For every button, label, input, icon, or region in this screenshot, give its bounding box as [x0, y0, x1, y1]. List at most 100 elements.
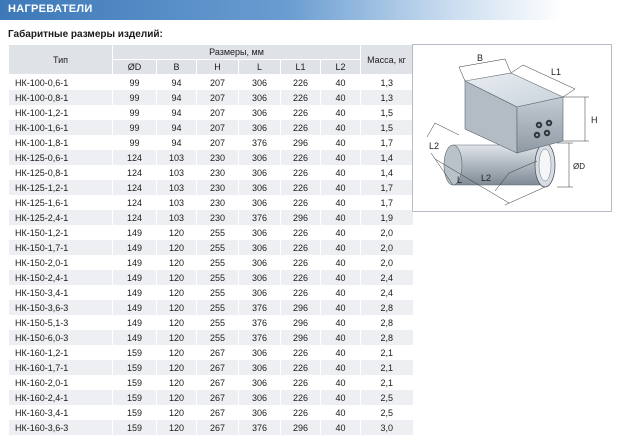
cell-mass: 2,0 [360, 225, 413, 240]
cell-l1: 296 [280, 135, 321, 150]
cell-l1: 226 [280, 345, 321, 360]
table-row: НК-160-2,4-1 159 120 267 306 226 40 2,5 [8, 390, 413, 405]
cell-l2: 40 [320, 225, 361, 240]
cell-h: 267 [196, 375, 239, 390]
label-l: L [457, 175, 462, 185]
table-row: НК-160-3,4-1 159 120 267 306 226 40 2,5 [8, 405, 413, 420]
cell-type: НК-100-1,6-1 [8, 120, 113, 135]
table-row: НК-160-1,7-1 159 120 267 306 226 40 2,1 [8, 360, 413, 375]
cell-b: 120 [156, 360, 197, 375]
cell-l2: 40 [320, 405, 361, 420]
cell-type: НК-100-0,6-1 [8, 74, 113, 90]
cell-d: 159 [112, 345, 157, 360]
cell-l: 306 [238, 90, 281, 105]
cell-b: 94 [156, 105, 197, 120]
cell-mass: 2,8 [360, 330, 413, 345]
table-row: НК-150-1,7-1 149 120 255 306 226 40 2,0 [8, 240, 413, 255]
header-d: ØD [112, 59, 157, 75]
cell-l: 306 [238, 345, 281, 360]
cell-b: 120 [156, 315, 197, 330]
cell-l: 306 [238, 360, 281, 375]
table-row: НК-150-3,4-1 149 120 255 306 226 40 2,4 [8, 285, 413, 300]
header-b: B [156, 59, 197, 75]
table-row: НК-160-3,6-3 159 120 267 376 296 40 3,0 [8, 420, 413, 435]
table-row: НК-150-3,6-3 149 120 255 376 296 40 2,8 [8, 300, 413, 315]
cell-h: 267 [196, 345, 239, 360]
cell-type: НК-150-2,0-1 [8, 255, 113, 270]
cell-d: 149 [112, 300, 157, 315]
cell-d: 124 [112, 150, 157, 165]
header-h: H [196, 59, 239, 75]
cell-type: НК-125-0,6-1 [8, 150, 113, 165]
cell-l2: 40 [320, 345, 361, 360]
cell-l1: 226 [280, 255, 321, 270]
cell-d: 99 [112, 105, 157, 120]
cell-d: 149 [112, 225, 157, 240]
cell-l: 306 [238, 150, 281, 165]
table-row: НК-125-0,6-1 124 103 230 306 226 40 1,4 [8, 150, 413, 165]
cell-l: 376 [238, 300, 281, 315]
cell-l: 306 [238, 255, 281, 270]
cell-b: 94 [156, 74, 197, 90]
cell-l2: 40 [320, 420, 361, 435]
label-b: B [477, 53, 483, 63]
label-l1: L1 [551, 67, 561, 77]
table-row: НК-150-1,2-1 149 120 255 306 226 40 2,0 [8, 225, 413, 240]
cell-mass: 2,0 [360, 240, 413, 255]
cell-type: НК-160-2,4-1 [8, 390, 113, 405]
cell-l: 306 [238, 225, 281, 240]
table-row: НК-125-1,2-1 124 103 230 306 226 40 1,7 [8, 180, 413, 195]
cell-type: НК-150-5,1-3 [8, 315, 113, 330]
header-title: НАГРЕВАТЕЛИ [8, 3, 93, 15]
header-type: Тип [8, 44, 113, 75]
cell-l1: 226 [280, 120, 321, 135]
table-row: НК-150-2,0-1 149 120 255 306 226 40 2,0 [8, 255, 413, 270]
cell-h: 255 [196, 330, 239, 345]
cell-mass: 1,4 [360, 165, 413, 180]
table-row: НК-150-6,0-3 149 120 255 376 296 40 2,8 [8, 330, 413, 345]
table-row: НК-125-1,6-1 124 103 230 306 226 40 1,7 [8, 195, 413, 210]
cell-type: НК-125-0,8-1 [8, 165, 113, 180]
cell-h: 255 [196, 315, 239, 330]
cell-d: 99 [112, 120, 157, 135]
cell-l1: 226 [280, 375, 321, 390]
cell-l1: 226 [280, 390, 321, 405]
cell-mass: 2,4 [360, 285, 413, 300]
cell-b: 103 [156, 180, 197, 195]
cell-type: НК-125-1,6-1 [8, 195, 113, 210]
cell-l: 306 [238, 165, 281, 180]
cell-l: 306 [238, 285, 281, 300]
cell-b: 120 [156, 240, 197, 255]
cell-b: 94 [156, 90, 197, 105]
cell-b: 94 [156, 120, 197, 135]
cell-mass: 1,5 [360, 105, 413, 120]
cell-h: 230 [196, 150, 239, 165]
cell-b: 120 [156, 405, 197, 420]
cell-l2: 40 [320, 135, 361, 150]
table-row: НК-150-2,4-1 149 120 255 306 226 40 2,4 [8, 270, 413, 285]
cell-l1: 226 [280, 90, 321, 105]
cell-b: 120 [156, 345, 197, 360]
housing-box [464, 72, 564, 154]
cell-l: 306 [238, 270, 281, 285]
cell-d: 149 [112, 240, 157, 255]
cell-l: 376 [238, 210, 281, 225]
cell-b: 120 [156, 255, 197, 270]
label-l2-top: L2 [429, 141, 439, 151]
cell-l1: 226 [280, 180, 321, 195]
table-row: НК-150-5,1-3 149 120 255 376 296 40 2,8 [8, 315, 413, 330]
cell-h: 207 [196, 135, 239, 150]
cell-l: 306 [238, 390, 281, 405]
table-row: НК-100-0,6-1 99 94 207 306 226 40 1,3 [8, 74, 413, 90]
header-dimensions: Размеры, мм [112, 44, 361, 60]
cell-l2: 40 [320, 360, 361, 375]
cell-type: НК-150-3,4-1 [8, 285, 113, 300]
cell-l2: 40 [320, 240, 361, 255]
cell-mass: 2,1 [360, 360, 413, 375]
cell-l: 306 [238, 74, 281, 90]
cell-l2: 40 [320, 300, 361, 315]
cell-l1: 226 [280, 105, 321, 120]
cell-d: 159 [112, 375, 157, 390]
table-row: НК-125-0,8-1 124 103 230 306 226 40 1,4 [8, 165, 413, 180]
cell-mass: 1,5 [360, 120, 413, 135]
